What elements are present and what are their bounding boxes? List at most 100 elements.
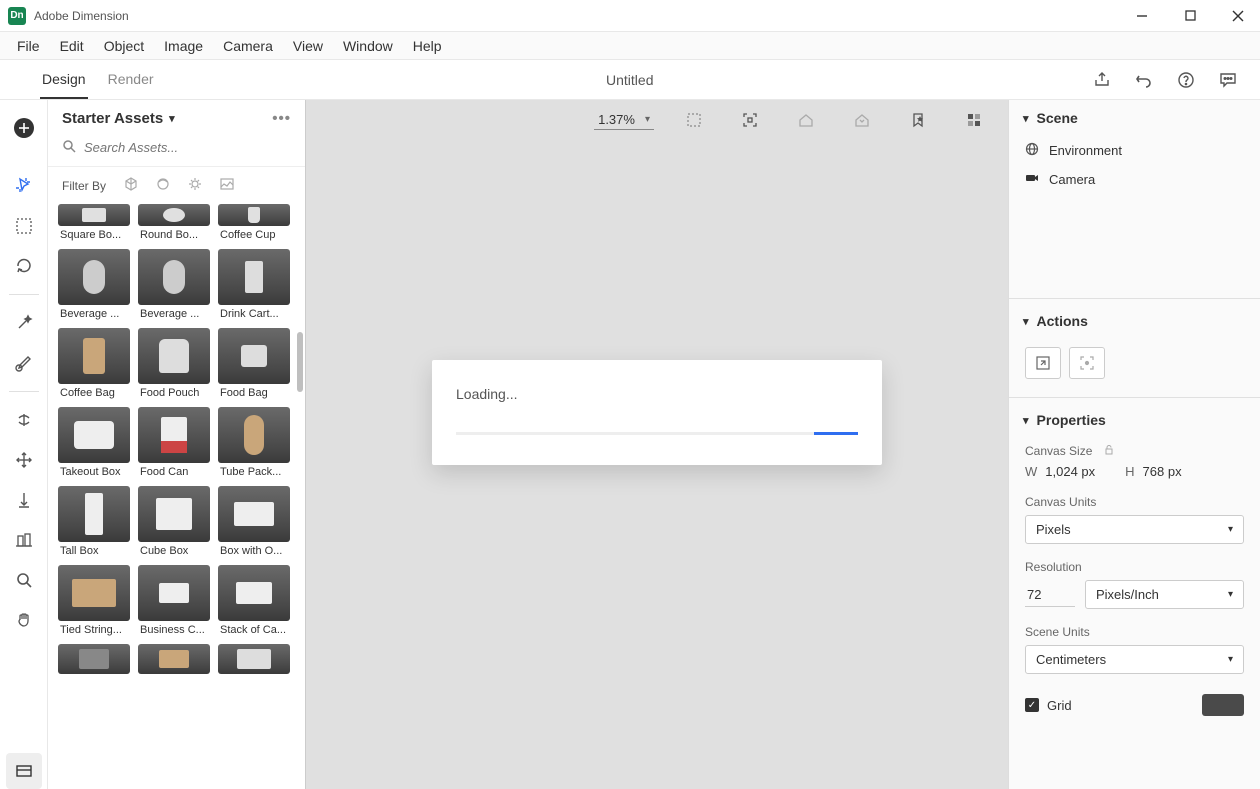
action-resize-icon[interactable] [1025, 347, 1061, 379]
asset-item[interactable]: Round Bo... [138, 204, 210, 241]
horizon-tool[interactable] [6, 402, 42, 438]
hand-tool[interactable] [6, 602, 42, 638]
bookmark-icon[interactable] [902, 104, 934, 136]
scene-environment[interactable]: Environment [1009, 136, 1260, 165]
filter-materials-icon[interactable] [156, 177, 170, 194]
menu-camera[interactable]: Camera [214, 36, 282, 56]
menu-object[interactable]: Object [95, 36, 153, 56]
asset-item[interactable]: Takeout Box [58, 407, 130, 478]
menu-image[interactable]: Image [155, 36, 212, 56]
zoom-control[interactable]: 1.37% ▾ [594, 110, 654, 130]
drop-tool[interactable] [6, 482, 42, 518]
scene-camera[interactable]: Camera [1009, 165, 1260, 194]
wand-tool[interactable] [6, 305, 42, 341]
tab-design[interactable]: Design [40, 61, 88, 99]
panel-toggle[interactable] [6, 753, 42, 789]
add-button[interactable] [6, 110, 42, 146]
grid-checkbox[interactable]: ✓ [1025, 698, 1039, 712]
asset-item[interactable]: Beverage ... [58, 249, 130, 320]
scene-units-select[interactable]: Centimeters ▾ [1025, 645, 1244, 674]
orbit-tool[interactable] [6, 248, 42, 284]
asset-item[interactable]: Cube Box [138, 486, 210, 557]
scrollbar-thumb[interactable] [297, 332, 303, 392]
asset-item[interactable]: Stack of Ca... [218, 565, 290, 636]
chevron-down-icon: ▾ [645, 114, 650, 125]
asset-item[interactable] [58, 644, 130, 674]
menu-file[interactable]: File [8, 36, 49, 56]
maximize-button[interactable] [1176, 2, 1204, 30]
loading-label: Loading... [456, 386, 858, 402]
canvas-units-select[interactable]: Pixels ▾ [1025, 515, 1244, 544]
scene-item-label: Environment [1049, 143, 1122, 158]
tool-strip [0, 100, 48, 789]
panel-menu-icon[interactable]: ••• [272, 110, 291, 127]
share-icon[interactable] [1086, 64, 1118, 96]
asset-item[interactable]: Coffee Cup [218, 204, 290, 241]
asset-item[interactable] [138, 644, 210, 674]
grid-label: Grid [1047, 698, 1072, 713]
render-preview-icon[interactable] [958, 104, 990, 136]
lock-icon[interactable] [1104, 444, 1114, 458]
asset-item[interactable]: Food Bag [218, 328, 290, 399]
menu-edit[interactable]: Edit [51, 36, 93, 56]
frame-all-icon[interactable] [678, 104, 710, 136]
frame-selection-icon[interactable] [734, 104, 766, 136]
action-frame-icon[interactable] [1069, 347, 1105, 379]
filter-images-icon[interactable] [220, 177, 234, 194]
camera-icon [1025, 171, 1041, 188]
height-value[interactable]: 768 px [1143, 464, 1182, 479]
menu-help[interactable]: Help [404, 36, 451, 56]
document-title: Untitled [174, 72, 1086, 88]
camera-home-icon[interactable] [790, 104, 822, 136]
asset-item[interactable]: Box with O... [218, 486, 290, 557]
loading-modal: Loading... [432, 360, 882, 465]
filter-lights-icon[interactable] [188, 177, 202, 194]
filter-models-icon[interactable] [124, 177, 138, 194]
help-icon[interactable] [1170, 64, 1202, 96]
grid-color-swatch[interactable] [1202, 694, 1244, 716]
asset-item[interactable]: Tube Pack... [218, 407, 290, 478]
scene-units-label: Scene Units [1025, 625, 1244, 639]
select-tool[interactable] [6, 168, 42, 204]
canvas-size-label: Canvas Size [1025, 444, 1092, 458]
sampler-tool[interactable] [6, 345, 42, 381]
search-input[interactable] [84, 140, 291, 155]
marquee-tool[interactable] [6, 208, 42, 244]
width-label: W [1025, 464, 1037, 479]
camera-undo-icon[interactable] [846, 104, 878, 136]
asset-item[interactable]: Tied String... [58, 565, 130, 636]
app-title: Adobe Dimension [34, 9, 1128, 23]
asset-item[interactable]: Drink Cart... [218, 249, 290, 320]
asset-item[interactable]: Coffee Bag [58, 328, 130, 399]
zoom-value: 1.37% [598, 112, 635, 127]
tab-render[interactable]: Render [106, 61, 156, 99]
asset-item[interactable]: Business C... [138, 565, 210, 636]
asset-item[interactable]: Beverage ... [138, 249, 210, 320]
asset-item[interactable]: Square Bo... [58, 204, 130, 241]
chat-icon[interactable] [1212, 64, 1244, 96]
chevron-down-icon[interactable]: ▾ [169, 112, 175, 125]
canvas-units-label: Canvas Units [1025, 495, 1244, 509]
asset-item[interactable]: Food Can [138, 407, 210, 478]
asset-item[interactable] [218, 644, 290, 674]
assets-panel-title[interactable]: Starter Assets [62, 110, 163, 127]
align-tool[interactable] [6, 522, 42, 558]
menu-view[interactable]: View [284, 36, 332, 56]
resolution-units-select[interactable]: Pixels/Inch ▾ [1085, 580, 1244, 609]
asset-item[interactable]: Food Pouch [138, 328, 210, 399]
app-icon: Dn [8, 7, 26, 25]
undo-icon[interactable] [1128, 64, 1160, 96]
close-button[interactable] [1224, 2, 1252, 30]
menu-window[interactable]: Window [334, 36, 402, 56]
asset-item[interactable]: Tall Box [58, 486, 130, 557]
resolution-input[interactable]: 72 [1025, 583, 1075, 607]
chevron-down-icon[interactable]: ▾ [1023, 315, 1029, 328]
minimize-button[interactable] [1128, 2, 1156, 30]
chevron-down-icon[interactable]: ▾ [1023, 112, 1029, 125]
top-bar: Design Render Untitled [0, 60, 1260, 100]
zoom-tool[interactable] [6, 562, 42, 598]
move-tool[interactable] [6, 442, 42, 478]
width-value[interactable]: 1,024 px [1045, 464, 1095, 479]
chevron-down-icon[interactable]: ▾ [1023, 414, 1029, 427]
globe-icon [1025, 142, 1041, 159]
